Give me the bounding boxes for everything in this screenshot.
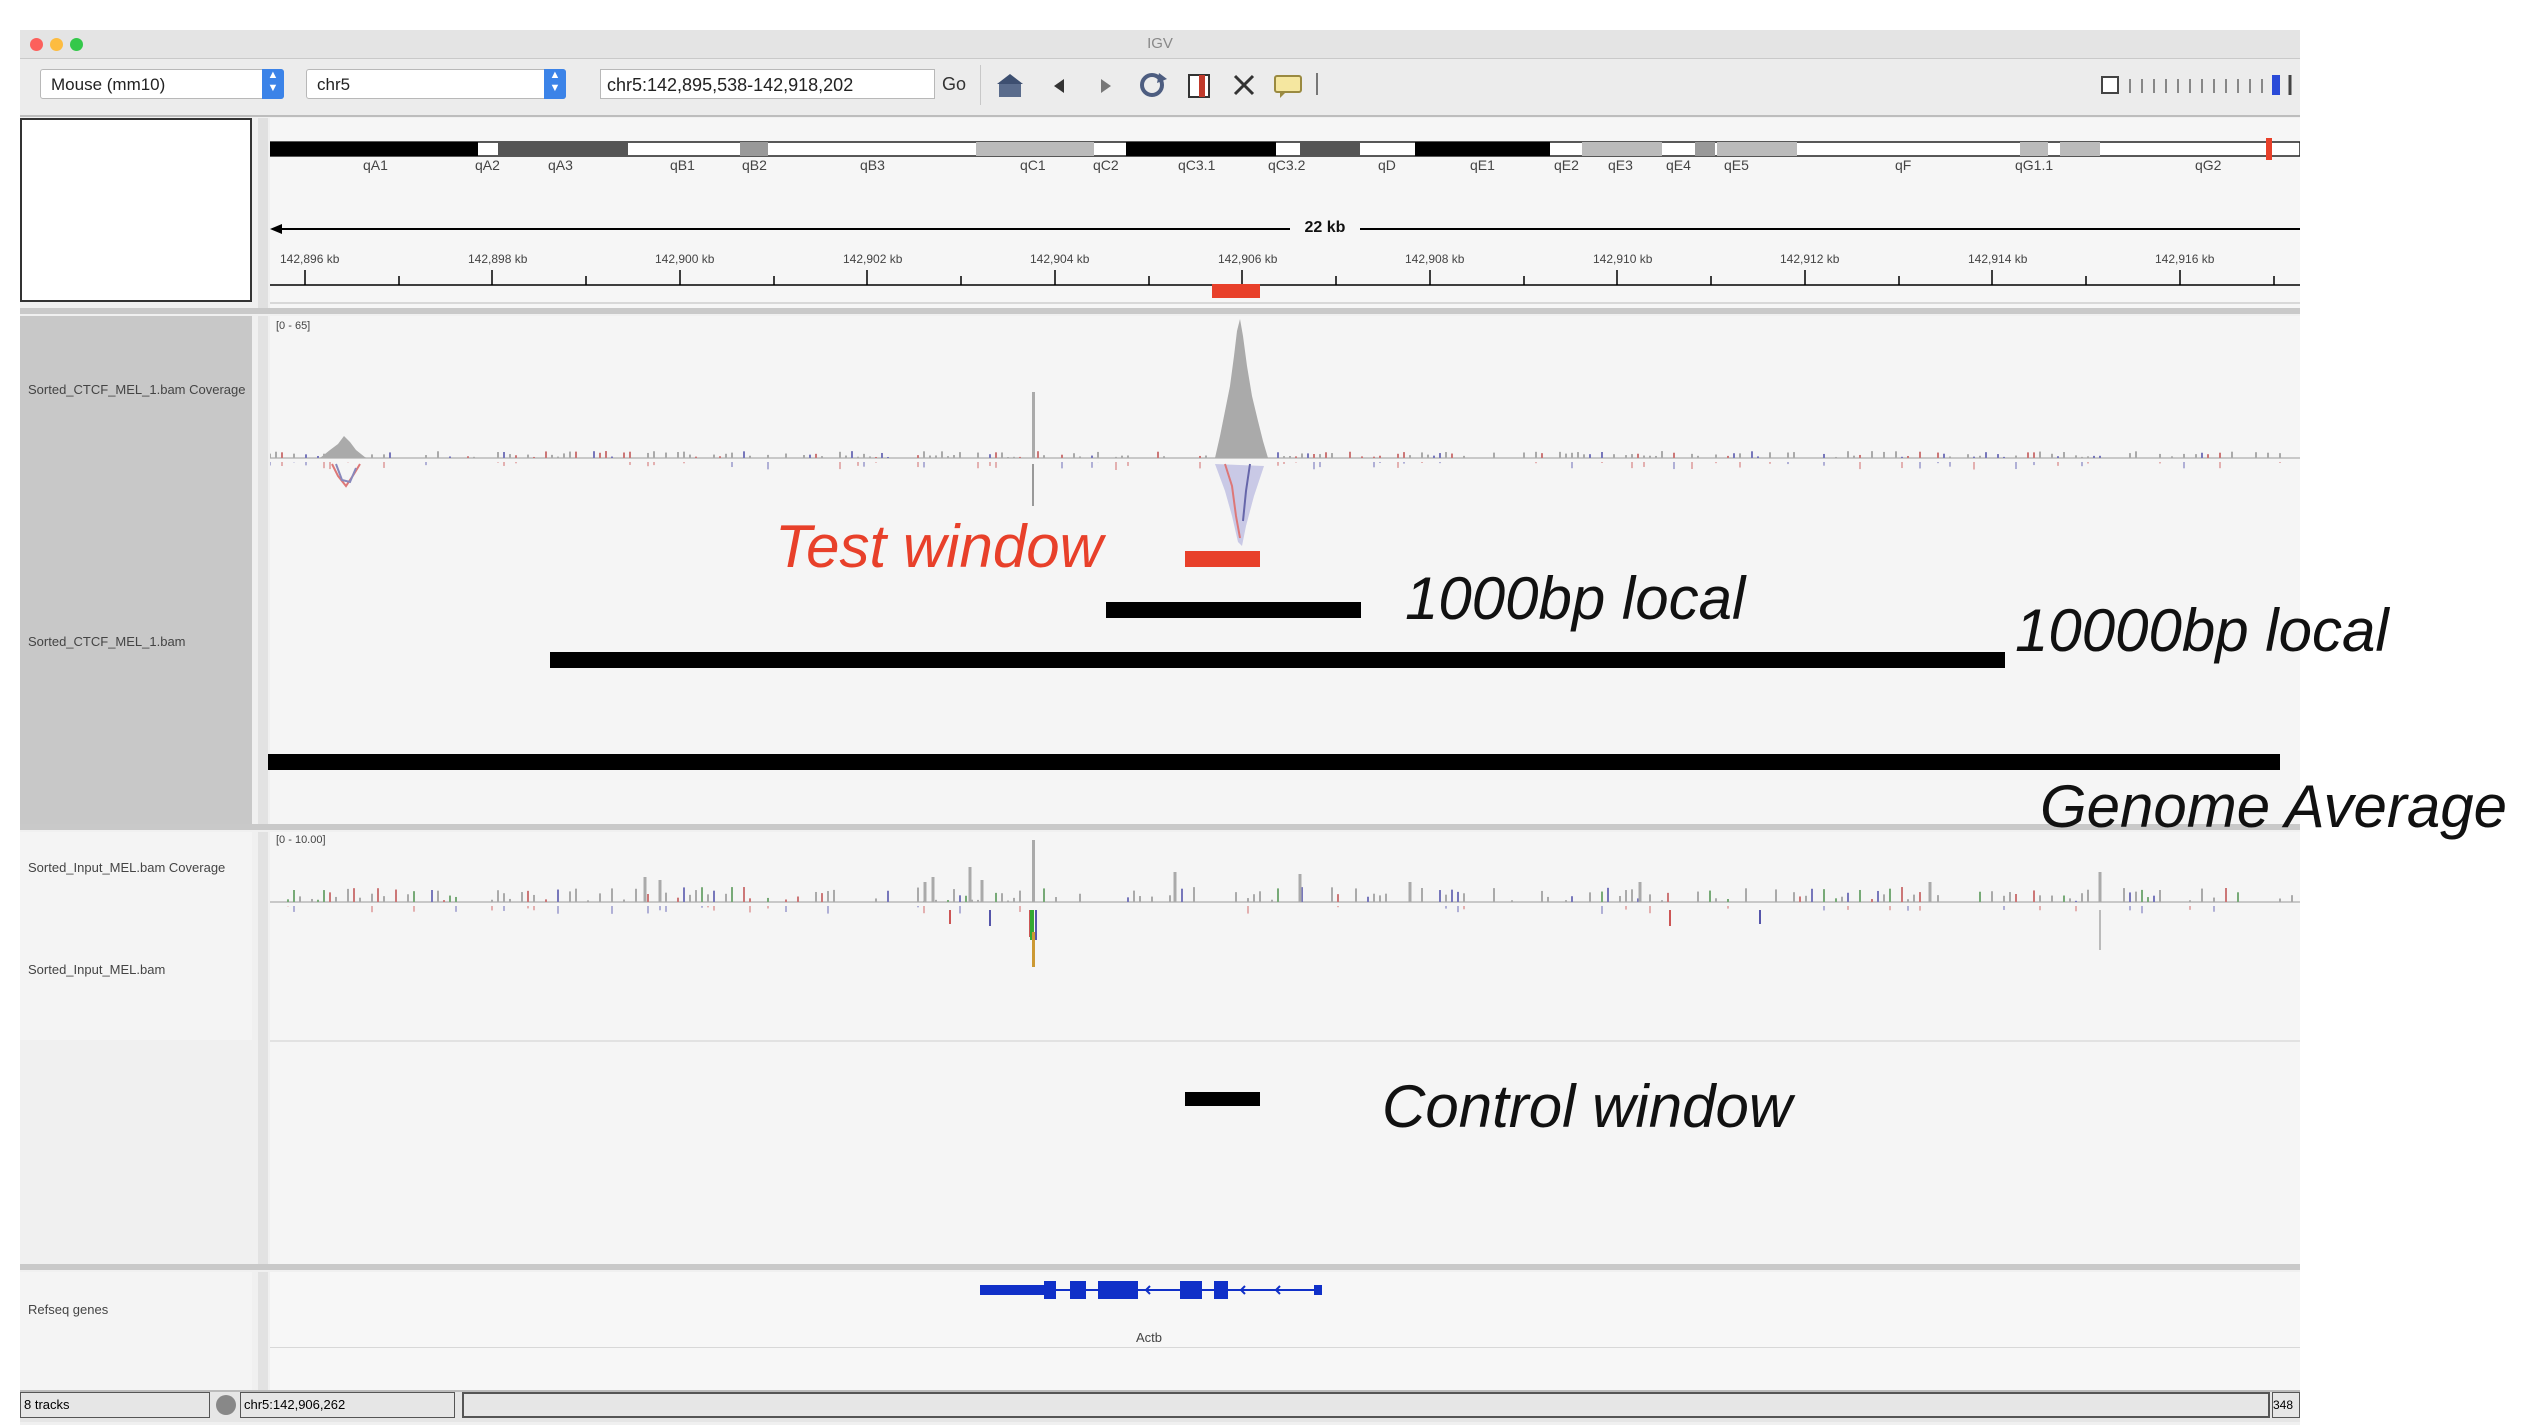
attribute-column — [258, 832, 268, 1264]
home-icon[interactable] — [995, 71, 1025, 101]
toolbar: Mouse (mm10) ▲ ▼ chr5 ▲ ▼ chr5:142,895,538… — [20, 59, 2300, 117]
refresh-icon[interactable] — [1135, 69, 1169, 101]
band-label: qE2 — [1554, 157, 1579, 173]
ruler-tick-labels: 142,896 kb 142,898 kb 142,900 kb 142,902… — [270, 252, 2300, 268]
panel-splitter[interactable] — [20, 308, 2300, 314]
ruler-tick-label: 142,900 kb — [655, 252, 715, 266]
region-of-interest-icon[interactable] — [1185, 71, 1213, 101]
ruler-tick-label: 142,916 kb — [2155, 252, 2215, 266]
local-1000-bar — [1106, 602, 1361, 618]
ruler-span-label: 22 kb — [1295, 219, 1355, 237]
genome-average-label: Genome Average — [2040, 773, 2507, 840]
track-count: 8 tracks — [20, 1392, 210, 1418]
band-label: qA3 — [548, 157, 573, 173]
dropdown-arrow-icon: ▲ ▼ — [544, 69, 566, 99]
actb-gene-model[interactable] — [270, 1272, 2300, 1342]
ctcf-track-names: Sorted_CTCF_MEL_1.bam Coverage Sorted_CT… — [20, 316, 252, 824]
band-label: qE3 — [1608, 157, 1633, 173]
panel-splitter[interactable] — [20, 1264, 2300, 1270]
coverage-bump — [320, 436, 366, 458]
zoom-slider[interactable] — [2100, 71, 2300, 99]
status-indicator-icon — [216, 1395, 236, 1415]
cursor-position: chr5:142,906,262 — [240, 1392, 455, 1418]
band-label: qC3.1 — [1178, 157, 1216, 173]
genome-average-bar — [268, 754, 2280, 770]
input-bam-track-label[interactable]: Sorted_Input_MEL.bam — [28, 962, 165, 977]
band-label: qG2 — [2195, 157, 2222, 173]
ruler-tick-label: 142,908 kb — [1405, 252, 1465, 266]
band-label: qC3.2 — [1268, 157, 1306, 173]
ctcf-coverage-track-label[interactable]: Sorted_CTCF_MEL_1.bam Coverage — [28, 382, 246, 397]
ruler-tick-label: 142,914 kb — [1968, 252, 2028, 266]
local-10000-bar — [550, 652, 2005, 668]
back-icon[interactable] — [1050, 73, 1070, 99]
locus-input[interactable]: chr5:142,895,538-142,918,202 — [600, 69, 935, 99]
ctcf-coverage-track[interactable] — [270, 316, 2300, 576]
test-window-bar — [1185, 551, 1260, 567]
empty-track-name-area — [20, 1040, 252, 1264]
status-message — [462, 1392, 2270, 1418]
chromosome-dropdown[interactable]: chr5 ▲ ▼ — [306, 69, 566, 99]
track-divider — [270, 1040, 2300, 1042]
track-divider — [270, 1347, 2300, 1348]
forward-icon[interactable] — [1095, 73, 1115, 99]
window-title: IGV — [1147, 35, 1173, 52]
band-label: qA2 — [475, 157, 500, 173]
toolbar-divider — [1316, 73, 1318, 95]
attribute-column — [258, 316, 268, 824]
band-label: qC2 — [1093, 157, 1119, 173]
feature-track-names: Refseq genes — [20, 1272, 252, 1390]
local-1000-label: 1000bp local — [1405, 565, 1746, 632]
attribute-column — [258, 1272, 268, 1390]
control-window-label: Control window — [1382, 1073, 1793, 1140]
genome-value: Mouse (mm10) — [51, 75, 166, 94]
resize-icon[interactable] — [1230, 71, 1258, 101]
attribute-divider — [258, 118, 268, 308]
coverage-spike — [1032, 392, 1035, 458]
ctcf-bam-track-label[interactable]: Sorted_CTCF_MEL_1.bam — [28, 634, 186, 649]
memory-indicator: 348 — [2272, 1392, 2300, 1418]
title-bar: IGV — [20, 30, 2300, 59]
ruler-tick-label: 142,896 kb — [280, 252, 340, 266]
ruler-tick-label: 142,910 kb — [1593, 252, 1653, 266]
genome-dropdown[interactable]: Mouse (mm10) ▲ ▼ — [40, 69, 284, 99]
ctcf-peak — [1215, 319, 1268, 458]
band-label: qD — [1378, 157, 1396, 173]
panel-splitter[interactable] — [20, 824, 2300, 830]
refseq-track-label[interactable]: Refseq genes — [28, 1302, 108, 1317]
ruler-tick-label: 142,906 kb — [1218, 252, 1278, 266]
local-10000-label: 10000bp local — [2015, 597, 2389, 664]
ruler-tick-label: 142,902 kb — [843, 252, 903, 266]
band-label: qG1.1 — [2015, 157, 2054, 173]
band-label: qB3 — [860, 157, 885, 173]
input-coverage-track-label[interactable]: Sorted_Input_MEL.bam Coverage — [28, 860, 225, 875]
band-label: qA1 — [363, 157, 388, 173]
dropdown-arrow-icon: ▲ ▼ — [262, 69, 284, 99]
input-coverage-track[interactable] — [270, 832, 2300, 1002]
toolbar-divider — [980, 65, 981, 105]
header-name-panel — [20, 118, 252, 302]
band-label: qF — [1895, 157, 1912, 173]
current-region-marker — [1212, 284, 1260, 298]
band-label: qE5 — [1724, 157, 1749, 173]
band-label: qB1 — [670, 157, 695, 173]
popup-info-icon[interactable] — [1272, 71, 1304, 101]
test-window-label: Test window — [775, 513, 1103, 580]
band-labels: qA1 qA2 qA3 qB1 qB2 qB3 qC1 qC2 qC3.1 qC… — [270, 157, 2300, 177]
gene-label: Actb — [1136, 1330, 1163, 1345]
band-label: qC1 — [1020, 157, 1046, 173]
band-label: qE1 — [1470, 157, 1495, 173]
ruler-tick-label: 142,912 kb — [1780, 252, 1840, 266]
ruler-tick-label: 142,898 kb — [468, 252, 528, 266]
control-window-bar — [1185, 1092, 1260, 1106]
band-label: qE4 — [1666, 157, 1691, 173]
band-label: qB2 — [742, 157, 767, 173]
ruler-tick-label: 142,904 kb — [1030, 252, 1090, 266]
go-button[interactable]: Go — [942, 69, 966, 99]
chromosome-value: chr5 — [317, 75, 351, 94]
